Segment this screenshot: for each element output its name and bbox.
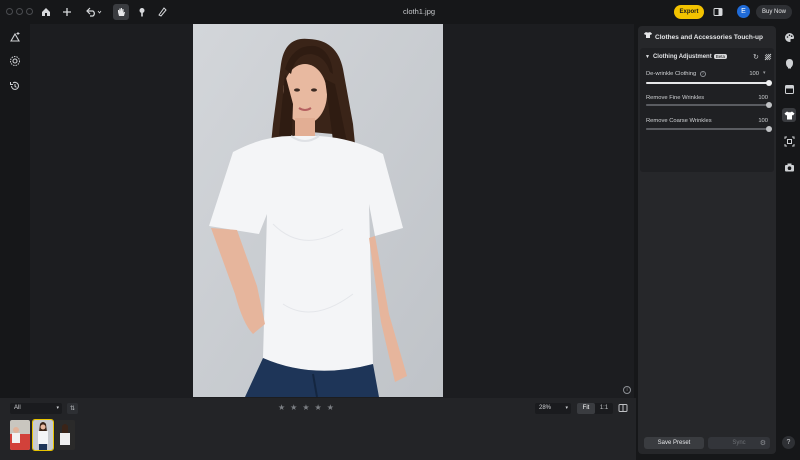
zoom-value: 28% [539,405,552,411]
filter-select[interactable]: All ▾ [10,403,62,414]
face-icon[interactable] [782,56,796,70]
thumbnail-selected[interactable] [32,419,54,451]
slider-value: 100 [749,71,759,77]
chevron-down-icon: ▾ [565,405,568,411]
clothing-adjustment-section: ▼ Clothing Adjustment Beta ↻ De-wrinkle Cl… [640,48,774,172]
filter-select-value: All [14,405,21,411]
reset-icon[interactable]: ↻ [753,53,759,61]
one-to-one-button[interactable]: 1:1 [595,403,613,414]
slider-label: Remove Fine Wrinkles [646,95,705,101]
chevron-down-icon[interactable]: ▾ [763,70,766,76]
compare-view-icon[interactable] [618,403,628,414]
dewrinkle-slider[interactable] [646,80,772,86]
star-icon[interactable]: ★ [278,403,285,412]
slider-label: Remove Coarse Wrinkles [646,118,712,124]
export-button[interactable]: Export [674,5,704,19]
fine-wrinkles-slider[interactable] [646,102,772,108]
panel-header: Clothes and Accessories Touch-up [644,31,763,41]
star-icon[interactable]: ★ [315,403,322,412]
sort-icon[interactable]: ⇅ [67,403,78,414]
slider-value: 100 [758,95,768,101]
star-icon[interactable]: ★ [290,403,297,412]
sync-button[interactable]: Sync ⚙ [708,437,770,449]
zoom-select[interactable]: 28% ▾ [535,403,571,414]
dewrinkle-label: De-wrinkle Clothing [646,71,697,77]
chevron-down-icon: ▾ [56,405,59,411]
beta-badge: Beta [713,54,727,59]
thumbnail[interactable] [10,420,30,450]
collapse-triangle-icon[interactable]: ▼ [645,54,650,60]
top-toolbar: cloth1.jpg Export E Buy Now [0,0,800,24]
info-icon[interactable]: ? [699,71,706,77]
ai-adjust-icon[interactable] [8,30,22,44]
crop-frame-icon[interactable] [782,134,796,148]
left-tool-rail [0,24,30,400]
image-canvas[interactable]: i [30,24,634,398]
slider-handle[interactable] [766,126,772,132]
section-title: Clothing Adjustment [652,54,712,60]
slider-value: 100 [758,118,768,124]
toggle-visibility-icon[interactable] [764,53,772,63]
shirt-icon [644,31,652,41]
thumbnail[interactable] [55,420,75,450]
adjustment-panel: Clothes and Accessories Touch-up ▼ Clothi… [638,26,776,454]
sync-settings-icon[interactable]: ⚙ [760,439,766,447]
buy-now-button[interactable]: Buy Now [756,5,792,19]
panel-title: Clothes and Accessories Touch-up [655,34,763,41]
settings-gear-icon[interactable] [8,54,22,68]
sync-label: Sync [732,440,746,446]
history-icon[interactable] [8,79,22,93]
slider-handle[interactable] [766,80,772,86]
slider-label: De-wrinkle Clothing ? [646,71,706,77]
info-icon[interactable]: i [623,386,631,394]
star-rating[interactable]: ★ ★ ★ ★ ★ [278,403,334,412]
save-preset-button[interactable]: Save Preset [644,437,704,449]
right-tool-rail [778,24,800,460]
slider-handle[interactable] [766,102,772,108]
fit-button[interactable]: Fit [577,403,595,414]
camera-icon[interactable] [782,160,796,174]
photo-preview [193,24,443,397]
filmstrip-bar: All ▾ ⇅ ★ ★ ★ ★ ★ 28% ▾ Fit 1:1 [0,398,636,460]
palette-icon[interactable] [782,30,796,44]
coarse-wrinkles-slider[interactable] [646,126,772,132]
panel-toggle-icon[interactable] [710,4,726,20]
star-icon[interactable]: ★ [302,403,309,412]
clothing-icon[interactable] [782,108,796,122]
avatar[interactable]: E [737,5,750,18]
zoom-mode-toggle: Fit 1:1 [577,403,613,414]
help-icon[interactable]: ? [782,436,795,449]
layers-icon[interactable] [782,82,796,96]
section-header[interactable]: ▼ Clothing Adjustment Beta [645,54,727,60]
star-icon[interactable]: ★ [327,403,334,412]
